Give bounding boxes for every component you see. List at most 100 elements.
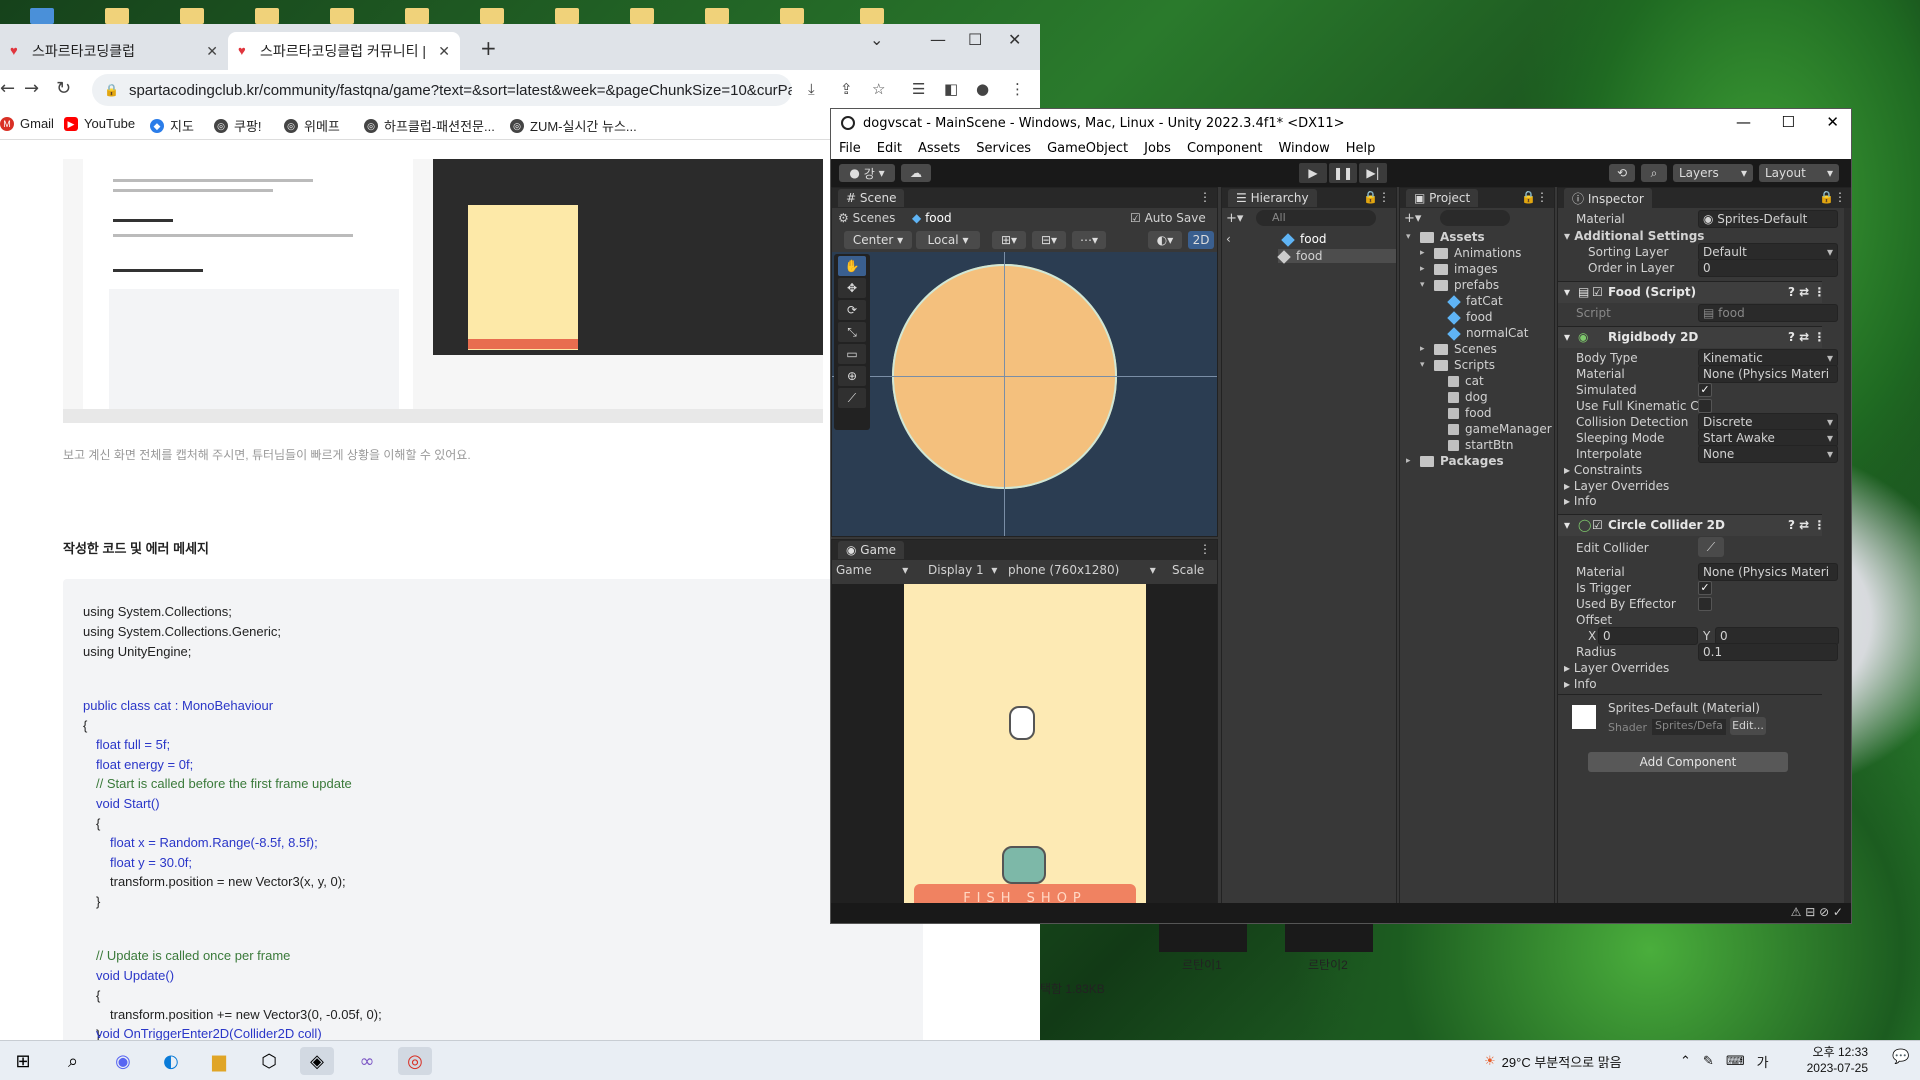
edit-collider-icon[interactable]: ⟋ — [1698, 537, 1724, 557]
hierarchy-item-selected[interactable]: food — [1277, 249, 1396, 264]
component-menu-icon[interactable]: ? ⇄ ⋮ — [1788, 285, 1825, 299]
menu-window[interactable]: Window — [1278, 141, 1329, 156]
minimize-icon[interactable]: — — [930, 30, 946, 49]
full-kinematic-checkbox[interactable] — [1698, 399, 1712, 413]
visual-studio-icon[interactable]: ∞ — [350, 1047, 384, 1075]
project-item-assets[interactable]: ▾ Assets — [1406, 230, 1485, 244]
transform-tool-icon[interactable]: ⊕ — [838, 366, 866, 386]
maximize-icon[interactable]: ☐ — [968, 30, 982, 49]
project-item-cat[interactable]: cat — [1434, 374, 1484, 388]
panel-menu-icon[interactable]: ⋮ — [1199, 190, 1211, 204]
tab-search-icon[interactable]: ⌄ — [870, 30, 883, 49]
space-dropdown[interactable]: Local ▾ — [916, 231, 980, 249]
desktop-icon[interactable] — [860, 8, 884, 24]
project-item-packages[interactable]: ▸ Packages — [1406, 454, 1504, 468]
project-item-gamemanager[interactable]: gameManager — [1434, 422, 1552, 436]
increment-snap-icon[interactable]: ⋯▾ — [1072, 231, 1106, 249]
step-icon[interactable]: ▶| — [1359, 163, 1387, 183]
close-tab-icon[interactable]: ✕ — [438, 43, 450, 60]
project-search-input[interactable] — [1440, 210, 1510, 226]
foldout-arrow-icon[interactable]: ▸ — [1420, 248, 1434, 260]
layers-dropdown[interactable]: Layers ▾ — [1673, 164, 1753, 182]
enabled-checkbox[interactable]: ☑ — [1592, 518, 1603, 532]
tab-inspector[interactable]: ⓘ Inspector — [1564, 188, 1652, 209]
move-tool-icon[interactable]: ✥ — [838, 278, 866, 298]
custom-tool-icon[interactable]: ⟋ — [838, 388, 866, 408]
component-menu-icon[interactable]: ? ⇄ ⋮ — [1788, 330, 1825, 344]
account-button[interactable]: ● 강 ▾ — [839, 164, 895, 182]
search-icon[interactable]: ⌕ — [56, 1047, 90, 1075]
side-panel-icon[interactable]: ◧ — [944, 80, 958, 98]
desktop-icon[interactable] — [30, 8, 54, 24]
play-icon[interactable]: ▶ — [1299, 163, 1327, 183]
menu-help[interactable]: Help — [1346, 141, 1376, 156]
close-window-icon[interactable]: ✕ — [1008, 30, 1021, 49]
is-trigger-checkbox[interactable]: ✓ — [1698, 581, 1712, 595]
foldout-arrow-icon[interactable]: ▸ — [1420, 344, 1434, 356]
food-script-header[interactable]: ▾ ▤ ☑ Food (Script) ? ⇄ ⋮ — [1558, 281, 1825, 303]
project-add-icon[interactable]: +▾ — [1404, 211, 1421, 226]
scene-viewport[interactable] — [832, 252, 1217, 536]
foldout-arrow-icon[interactable] — [1434, 392, 1448, 404]
back-arrow-icon[interactable]: ‹ — [1226, 232, 1231, 246]
menu-services[interactable]: Services — [976, 141, 1031, 156]
attachment-thumb[interactable] — [1285, 924, 1373, 952]
discord-icon[interactable]: ◉ — [106, 1047, 140, 1075]
info-foldout[interactable]: ▸ Info — [1564, 677, 1597, 691]
menu-edit[interactable]: Edit — [877, 141, 902, 156]
bookmark-gmail[interactable]: M Gmail — [0, 116, 54, 131]
constraints-foldout[interactable]: ▸ Constraints — [1564, 463, 1642, 477]
panel-menu-icon[interactable]: ⋮ — [1199, 542, 1211, 556]
shader-dropdown[interactable]: Sprites/Defa — [1652, 719, 1726, 735]
reload-icon[interactable]: ↻ — [56, 78, 71, 99]
foldout-arrow-icon[interactable] — [1434, 408, 1448, 420]
foldout-arrow-icon[interactable] — [1434, 424, 1448, 436]
breadcrumb-scenes[interactable]: ⚙ Scenes — [838, 211, 895, 225]
panel-menu-icon[interactable]: 🔒⋮ — [1521, 190, 1548, 204]
close-window-icon[interactable]: ✕ — [1826, 113, 1839, 131]
attachment-thumb[interactable] — [1159, 924, 1247, 952]
chrome-icon[interactable]: ◎ — [398, 1047, 432, 1075]
back-icon[interactable]: ← — [0, 78, 15, 99]
clock[interactable]: 오후 12:33 2023-07-25 — [1807, 1044, 1868, 1076]
hand-tool-icon[interactable]: ✋ — [838, 256, 866, 276]
tab-hierarchy[interactable]: ☰ Hierarchy — [1228, 189, 1317, 207]
rb-material-field[interactable]: None (Physics Materi — [1698, 365, 1838, 383]
foldout-arrow-icon[interactable]: ▾ — [1406, 232, 1420, 244]
panel-menu-icon[interactable]: 🔒⋮ — [1363, 190, 1390, 204]
tab-scene[interactable]: # Scene — [838, 189, 905, 207]
foldout-arrow-icon[interactable]: ▾ — [1420, 280, 1434, 292]
install-icon[interactable]: ⤓ — [808, 80, 815, 98]
project-item-animations[interactable]: ▸ Animations — [1420, 246, 1521, 260]
project-item-food[interactable]: food — [1434, 310, 1493, 325]
display-dropdown[interactable]: Display 1 ▾ — [928, 563, 997, 577]
game-viewport[interactable]: FISH SHOP — [832, 584, 1217, 904]
material-field[interactable]: ◉ Sprites-Default — [1698, 210, 1838, 228]
share-icon[interactable]: ⇪ — [840, 80, 853, 98]
rect-tool-icon[interactable]: ▭ — [838, 344, 866, 364]
project-item-startbtn[interactable]: startBtn — [1434, 438, 1514, 452]
unity-editor-icon[interactable]: ◈ — [300, 1047, 334, 1075]
edge-icon[interactable]: ◐ — [154, 1047, 188, 1075]
profile-icon[interactable]: ● — [976, 80, 989, 98]
bookmark-map[interactable]: ◆ 지도 — [150, 116, 194, 135]
grid-visibility-icon[interactable]: ⊟▾ — [1032, 231, 1066, 249]
notification-icon[interactable]: 💬 — [1888, 1049, 1914, 1073]
desktop-icon[interactable] — [330, 8, 354, 24]
menu-file[interactable]: File — [839, 141, 861, 156]
interpolate-dropdown[interactable]: None — [1698, 445, 1838, 463]
desktop-icon[interactable] — [555, 8, 579, 24]
component-menu-icon[interactable]: ? ⇄ ⋮ — [1788, 518, 1825, 532]
rotate-tool-icon[interactable]: ⟳ — [838, 300, 866, 320]
edit-shader-button[interactable]: Edit... — [1730, 717, 1766, 735]
project-item-scripts[interactable]: ▾ Scripts — [1420, 358, 1495, 372]
url-bar[interactable]: 🔒 spartacodingclub.kr/community/fastqna/… — [92, 74, 792, 106]
new-tab-icon[interactable]: + — [480, 36, 497, 60]
project-item-dog[interactable]: dog — [1434, 390, 1488, 404]
keyboard-icon[interactable]: ⌨ — [1726, 1053, 1745, 1069]
start-windows-icon[interactable]: ⊞ — [6, 1047, 40, 1075]
history-icon[interactable]: ⟲ — [1609, 164, 1635, 182]
foldout-arrow-icon[interactable] — [1434, 440, 1448, 452]
project-item-prefabs[interactable]: ▾ prefabs — [1420, 278, 1499, 292]
tab-game[interactable]: ◉ Game — [838, 541, 905, 559]
